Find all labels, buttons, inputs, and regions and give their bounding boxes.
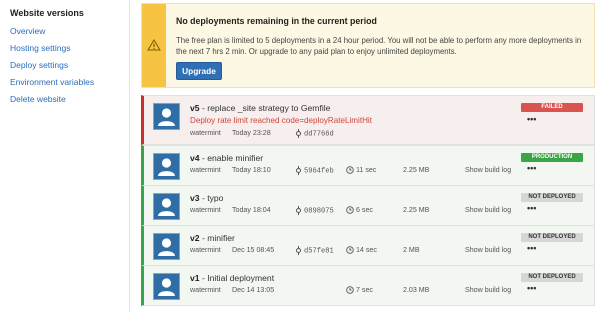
deploy-size: 2.03 MB xyxy=(403,286,430,294)
more-actions-button[interactable]: ••• xyxy=(527,243,536,253)
deploy-duration: 7 sec xyxy=(346,286,373,294)
clock-icon xyxy=(346,246,354,254)
commit-hash: 0898075 xyxy=(303,207,334,216)
clock-icon xyxy=(346,166,354,174)
sidebar-link-deploy-settings[interactable]: Deploy settings xyxy=(10,60,68,70)
status-badge: NOT DEPLOYED xyxy=(521,233,583,242)
deploy-title: v3 - typo xyxy=(190,193,223,203)
avatar xyxy=(153,103,180,130)
alert-title: No deployments remaining in the current … xyxy=(176,16,377,26)
deploy-version: v2 xyxy=(190,233,200,243)
commit-hash: 5964feb xyxy=(303,167,334,176)
commit-icon xyxy=(296,206,301,215)
deploy-title: v4 - enable minifier xyxy=(190,153,263,163)
deploy-duration: 11 sec xyxy=(346,166,376,174)
deploy-time: Dec 15 08:45 xyxy=(232,246,275,254)
deploy-commit[interactable]: d57fe81 xyxy=(295,246,334,255)
show-build-log-link[interactable]: Show build log xyxy=(465,286,511,294)
deploy-time: Today 18:04 xyxy=(232,206,271,214)
deploy-row-v3[interactable]: v3 - typo watermint Today 18:04 0898075 6 … xyxy=(141,185,595,226)
deploy-message: - replace _site strategy to Gemfile xyxy=(201,103,331,113)
commit-icon xyxy=(296,166,301,175)
deploy-size: 2.25 MB xyxy=(403,166,430,174)
deploy-message: - Initial deployment xyxy=(201,273,275,283)
duration-value: 14 sec xyxy=(355,246,377,254)
deploy-time: Dec 14 13:05 xyxy=(232,286,275,294)
commit-hash: d57fe81 xyxy=(303,247,334,256)
deploy-time: Today 18:10 xyxy=(232,166,271,174)
sidebar-link-hosting-settings[interactable]: Hosting settings xyxy=(10,43,70,53)
deploy-user: watermint xyxy=(190,286,221,294)
duration-value: 11 sec xyxy=(355,166,377,174)
clock-icon xyxy=(346,206,354,214)
status-badge: FAILED xyxy=(521,103,583,112)
deploy-size: 2.25 MB xyxy=(403,206,430,214)
deploy-version: v1 xyxy=(190,273,200,283)
divider xyxy=(129,0,130,312)
deploy-row-v2[interactable]: v2 - minifier watermint Dec 15 08:45 d57fe… xyxy=(141,225,595,266)
upgrade-button[interactable]: Upgrade xyxy=(176,62,222,80)
deploy-version: v5 xyxy=(190,103,200,113)
warning-icon xyxy=(147,39,161,51)
sidebar-link-environment-variables[interactable]: Environment variables xyxy=(10,77,94,87)
deploy-user: watermint xyxy=(190,166,221,174)
avatar xyxy=(153,233,180,260)
deploy-error: Deploy rate limit reached code=deployRat… xyxy=(190,116,372,125)
commit-hash: dd7766d xyxy=(303,130,334,139)
deploy-message: - enable minifier xyxy=(201,153,264,163)
commit-icon xyxy=(296,129,301,138)
deploy-size: 2 MB xyxy=(403,246,420,254)
show-build-log-link[interactable]: Show build log xyxy=(465,166,511,174)
clock-icon xyxy=(346,286,354,294)
deploy-row-v5[interactable]: v5 - replace _site strategy to Gemfile De… xyxy=(141,95,595,145)
show-build-log-link[interactable]: Show build log xyxy=(465,206,511,214)
deploy-commit[interactable]: dd7766d xyxy=(295,129,334,138)
deploy-commit[interactable]: 5964feb xyxy=(295,166,334,175)
deploy-user: watermint xyxy=(190,246,221,254)
deploy-duration: 6 sec xyxy=(346,206,373,214)
deploy-commit[interactable]: 0898075 xyxy=(295,206,334,215)
deploy-title: v5 - replace _site strategy to Gemfile xyxy=(190,103,330,113)
more-actions-button[interactable]: ••• xyxy=(527,163,536,173)
deploy-message: - typo xyxy=(201,193,224,203)
show-build-log-link[interactable]: Show build log xyxy=(465,246,511,254)
sidebar-link-overview[interactable]: Overview xyxy=(10,26,45,36)
deploy-row-v4[interactable]: v4 - enable minifier watermint Today 18:10… xyxy=(141,145,595,186)
sidebar: Website versions Overview Hosting settin… xyxy=(0,0,128,312)
more-actions-button[interactable]: ••• xyxy=(527,114,536,124)
deploy-limit-alert: No deployments remaining in the current … xyxy=(141,3,595,88)
more-actions-button[interactable]: ••• xyxy=(527,283,536,293)
status-badge: NOT DEPLOYED xyxy=(521,273,583,282)
status-badge: PRODUCTION xyxy=(521,153,583,162)
avatar xyxy=(153,273,180,300)
deploy-duration: 14 sec xyxy=(346,246,377,254)
deploy-version: v4 xyxy=(190,153,200,163)
alert-strip xyxy=(142,4,166,87)
deploy-message: - minifier xyxy=(201,233,235,243)
deploy-version: v3 xyxy=(190,193,200,203)
duration-value: 6 sec xyxy=(355,206,373,214)
duration-value: 7 sec xyxy=(355,286,373,294)
deploy-row-v1[interactable]: v1 - Initial deployment watermint Dec 14 1… xyxy=(141,265,595,306)
avatar xyxy=(153,153,180,180)
commit-icon xyxy=(296,246,301,255)
sidebar-title: Website versions xyxy=(10,8,84,18)
deploy-title: v1 - Initial deployment xyxy=(190,273,274,283)
sidebar-link-delete-website[interactable]: Delete website xyxy=(10,94,66,104)
deploy-title: v2 - minifier xyxy=(190,233,235,243)
more-actions-button[interactable]: ••• xyxy=(527,203,536,213)
status-badge: NOT DEPLOYED xyxy=(521,193,583,202)
avatar xyxy=(153,193,180,220)
deploy-user: watermint xyxy=(190,206,221,214)
deploy-user: watermint xyxy=(190,129,221,137)
deploy-time: Today 23:28 xyxy=(232,129,271,137)
alert-text: The free plan is limited to 5 deployment… xyxy=(176,36,582,56)
